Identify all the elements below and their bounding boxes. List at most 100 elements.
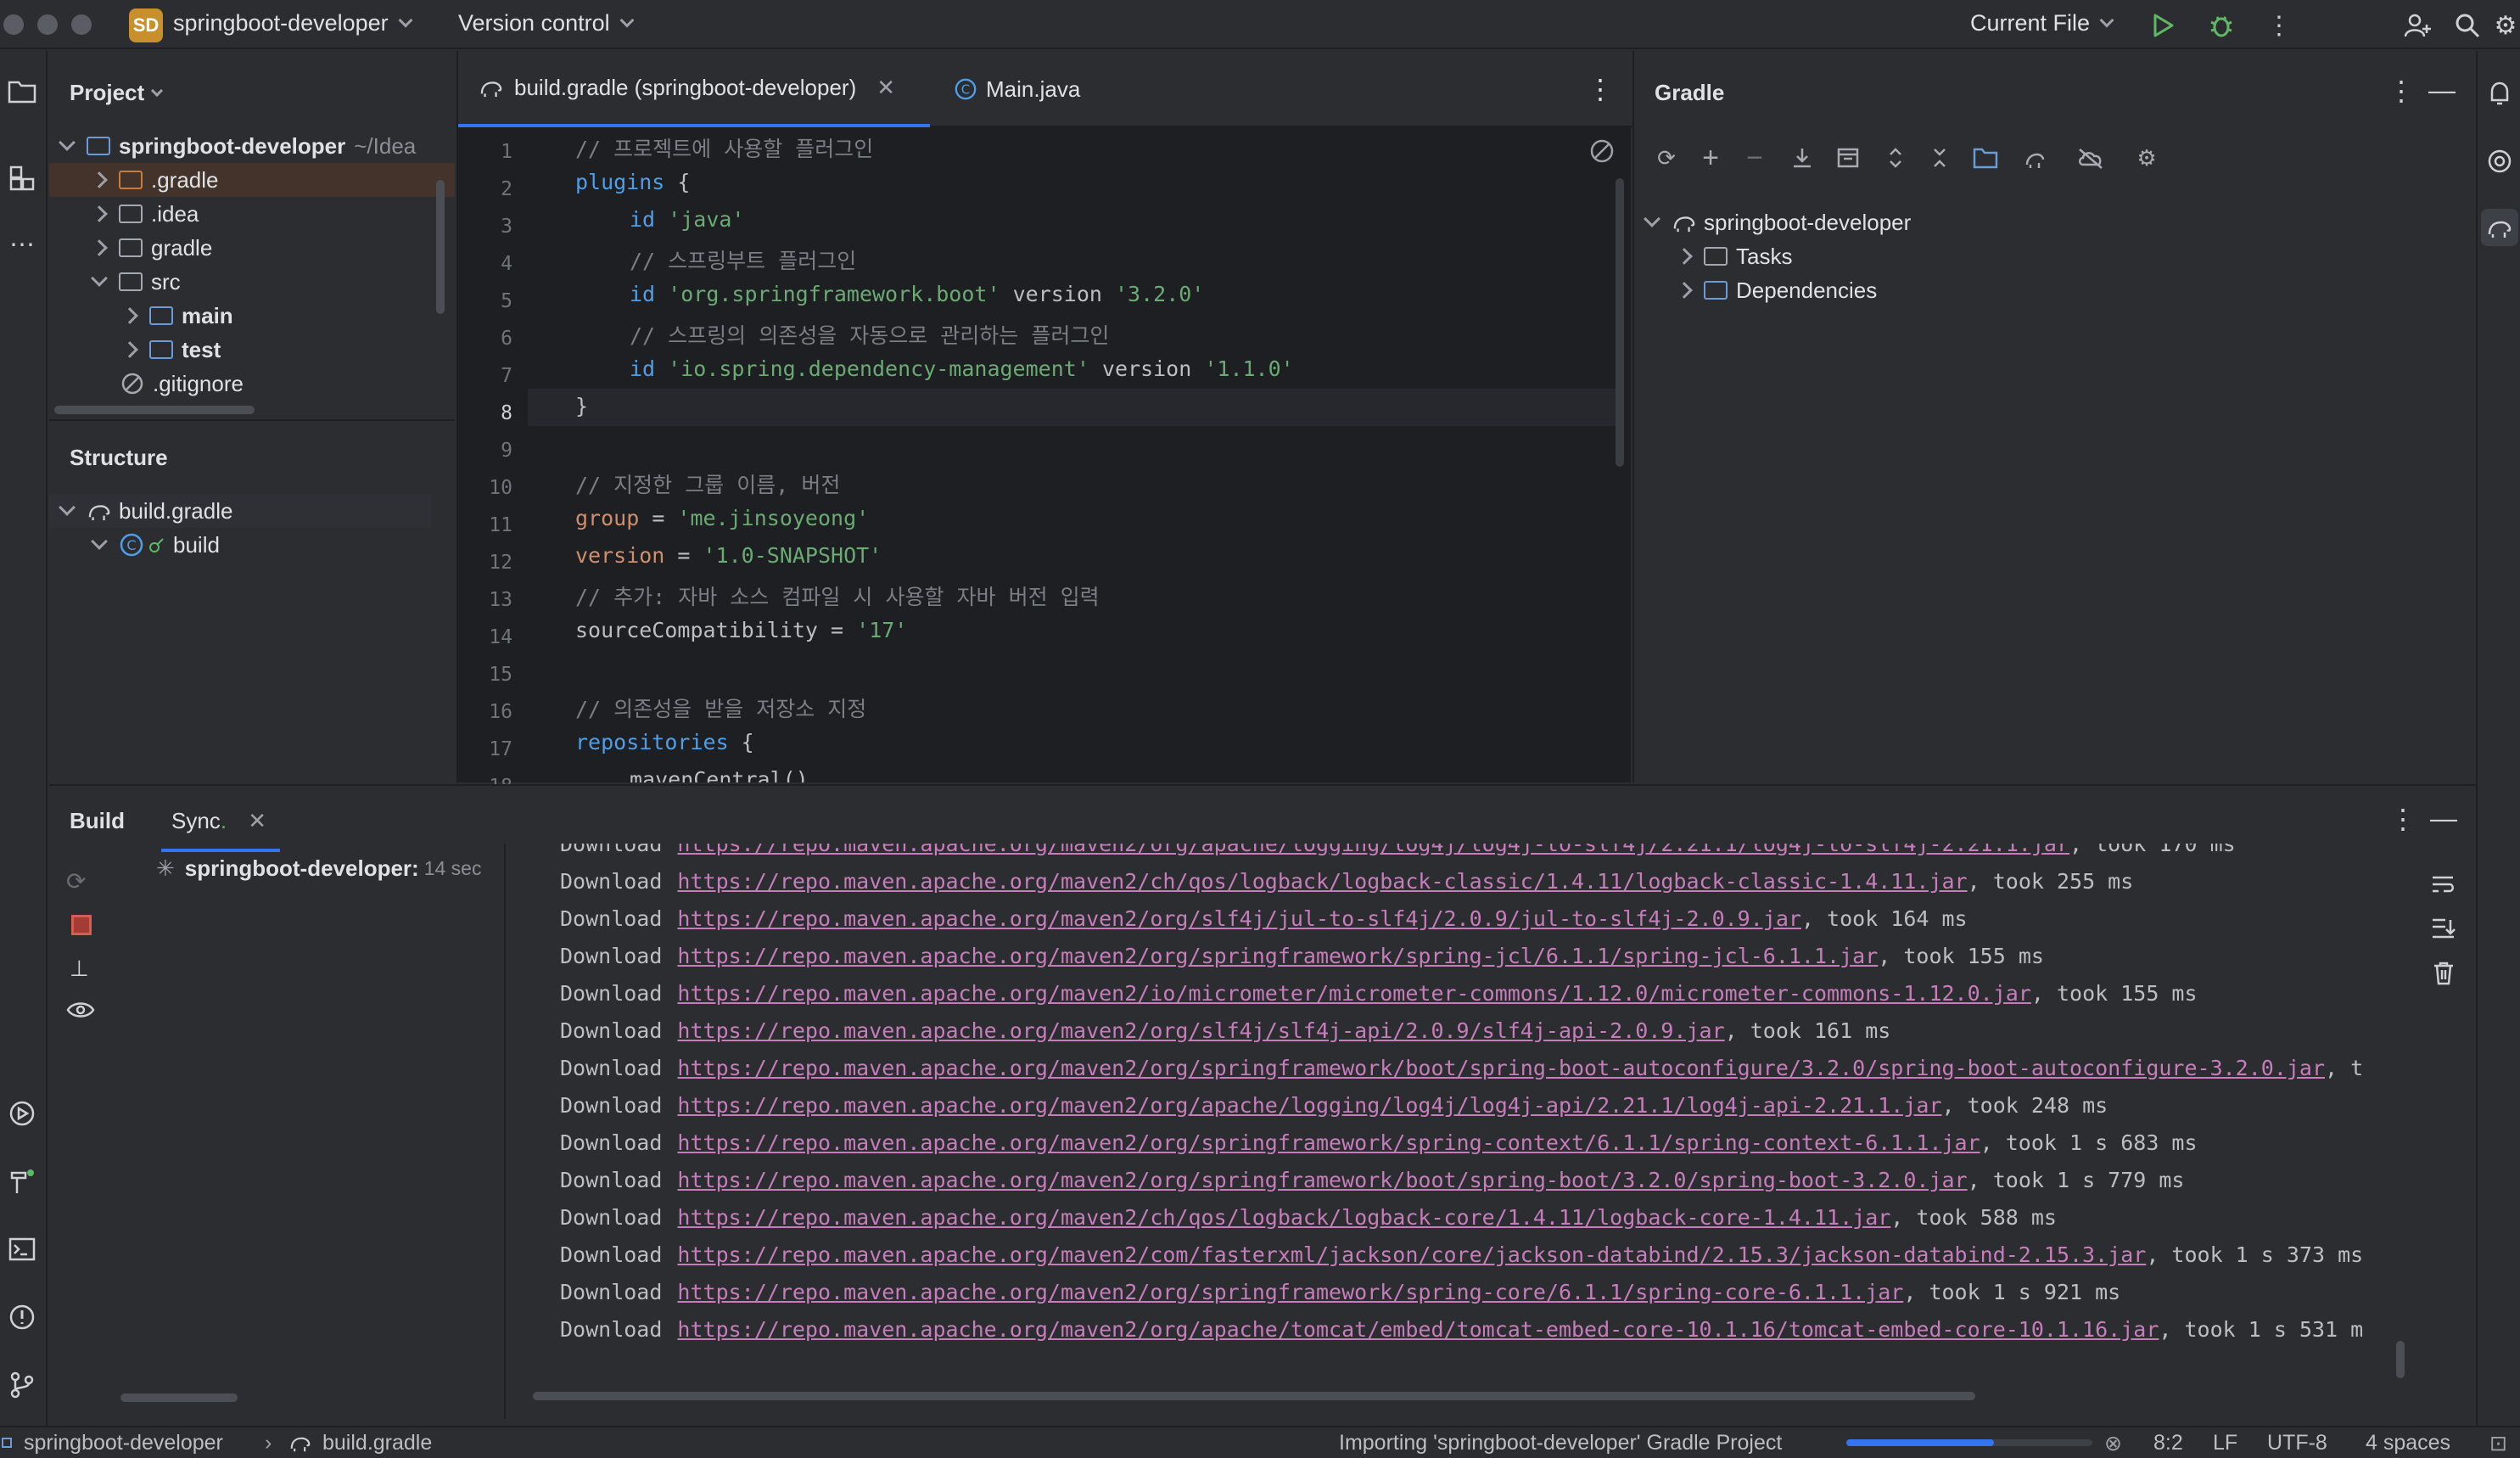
download-url-link[interactable]: https://repo.maven.apache.org/maven2/org… [677,1168,1967,1192]
close-tab-icon[interactable]: ✕ [876,75,895,101]
run-icon[interactable] [2147,8,2181,42]
tree-item-gradle[interactable]: gradle [49,231,455,265]
vertical-scrollbar[interactable] [436,180,445,314]
tree-item-gitignore[interactable]: .gitignore [49,367,455,401]
tab-main-java[interactable]: C Main.java [954,51,1106,127]
gradle-tree-root[interactable]: springboot-developer [1634,205,2398,239]
tree-item-main[interactable]: main [49,299,455,333]
download-url-link[interactable]: https://repo.maven.apache.org/maven2/org… [677,944,1878,968]
project-badge[interactable]: SD [129,8,163,42]
code-line-18[interactable]: mavenCentral() [630,767,809,782]
download-url-link[interactable]: https://repo.maven.apache.org/maven2/io/… [677,981,2030,1006]
tab-build[interactable]: Build [70,808,125,834]
code-line-11[interactable]: group = 'me.jinsoyeong' [575,506,869,530]
lock-icon[interactable]: ⊡ [2489,1431,2507,1456]
tab-sync[interactable]: Sync. ✕ [171,808,266,834]
problems-icon[interactable] [3,1298,41,1336]
download-url-link[interactable]: https://repo.maven.apache.org/maven2/org… [677,1018,1724,1043]
reload-icon[interactable]: ⟳ [1651,143,1682,173]
console-horizontal-scrollbar[interactable] [533,1392,1975,1400]
add-icon[interactable]: + [1695,142,1726,174]
line-number[interactable]: 4 [462,253,512,275]
code-line-5[interactable]: id 'org.springframework.boot' version '3… [630,282,1204,306]
tab-build-gradle[interactable]: build.gradle (springboot-developer) ✕ [458,51,930,127]
notifications-bell-icon[interactable] [2481,75,2518,112]
line-number[interactable]: 6 [462,328,512,350]
gradle-tree-dependencies[interactable]: Dependencies [1634,273,2398,307]
minimize-window-button[interactable] [37,14,58,35]
line-separator[interactable]: LF [2213,1431,2237,1455]
file-encoding[interactable]: UTF-8 [2267,1431,2327,1455]
line-number[interactable]: 11 [462,514,512,536]
remove-icon[interactable]: − [1739,142,1770,174]
no-highlighting-icon[interactable] [1588,137,1616,165]
rerun-icon[interactable]: ⟳ [66,867,86,895]
download-url-link[interactable]: https://repo.maven.apache.org/maven2/org… [677,906,1801,931]
terminal-icon[interactable] [3,1231,41,1268]
download-url-link[interactable]: https://repo.maven.apache.org/maven2/org… [677,1280,1903,1304]
indent-setting[interactable]: 4 spaces [2366,1431,2450,1455]
dependency-analyzer-icon[interactable] [1970,143,2001,173]
gradle-settings-icon[interactable]: ⚙ [2131,143,2162,173]
vcs-menu[interactable]: Version control [458,10,635,36]
download-url-link[interactable]: https://repo.maven.apache.org/maven2/org… [677,1130,1980,1155]
line-number[interactable]: 10 [462,477,512,499]
execute-task-icon[interactable] [1833,143,1863,173]
code-line-1[interactable]: // 프로젝트에 사용할 플러그인 [575,132,873,163]
code-line-8[interactable]: } [575,394,588,418]
soft-wrap-icon[interactable] [2430,874,2456,902]
search-icon[interactable] [2450,8,2484,42]
project-panel-header[interactable]: Project [70,80,164,106]
breadcrumb-file[interactable]: build.gradle [322,1431,432,1455]
tree-item-root[interactable]: springboot-developer ~/Idea [49,129,455,163]
code-line-3[interactable]: id 'java' [630,207,744,232]
collapse-all-icon[interactable] [1924,143,1955,173]
run-services-icon[interactable] [3,1095,41,1132]
more-vertical-icon[interactable]: ⋮ [2389,803,2416,835]
build-task-row[interactable]: ✳ springboot-developer: 14 sec [156,855,481,882]
stop-icon[interactable] [71,915,92,935]
cancel-task-icon[interactable]: ⊗ [2104,1431,2122,1456]
structure-icon[interactable] [3,160,41,197]
zoom-window-button[interactable] [71,14,92,35]
download-url-link[interactable]: https://repo.maven.apache.org/maven2/org… [677,1317,2159,1342]
console-vertical-scrollbar[interactable] [2396,1341,2405,1378]
code-line-12[interactable]: version = '1.0-SNAPSHOT' [575,543,882,568]
tree-item-gradle-cache[interactable]: .gradle [49,163,455,197]
offline-cloud-icon[interactable] [2075,143,2106,173]
trash-icon[interactable] [2432,961,2456,992]
code-line-14[interactable]: sourceCompatibility = '17' [575,618,907,642]
download-url-link[interactable]: https://repo.maven.apache.org/maven2/ch/… [677,869,1967,894]
more-horizontal-icon[interactable]: ⋯ [3,226,41,263]
gear-icon[interactable]: ⚙ [2491,8,2520,42]
background-task-label[interactable]: Importing 'springboot-developer' Gradle … [1339,1431,1782,1455]
close-window-button[interactable] [3,14,24,35]
download-url-link[interactable]: https://repo.maven.apache.org/maven2/ch/… [677,1205,1890,1230]
tree-item-idea[interactable]: .idea [49,197,455,231]
code-line-13[interactable]: // 추가: 자바 소스 컴파일 시 사용할 자바 버전 입력 [575,580,1100,611]
toggle-offline-icon[interactable] [2019,143,2050,173]
add-user-icon[interactable] [2401,8,2435,42]
download-sources-icon[interactable] [1787,143,1817,173]
editor-scrollbar[interactable] [1616,178,1624,467]
tree-item-src[interactable]: src [49,265,455,299]
line-number[interactable]: 7 [462,365,512,387]
close-tab-icon[interactable]: ✕ [248,808,266,833]
caret-position[interactable]: 8:2 [2153,1431,2183,1455]
scroll-to-end-icon[interactable] [2430,917,2456,946]
code-line-10[interactable]: // 지정한 그룹 이름, 버전 [575,468,840,499]
eye-icon[interactable] [66,1000,95,1026]
structure-root[interactable]: build.gradle [49,494,431,528]
line-number[interactable]: 1 [462,141,512,163]
line-number[interactable]: 5 [462,290,512,312]
git-branch-icon[interactable] [3,1366,41,1404]
gradle-elephant-icon[interactable] [2481,209,2518,246]
code-line-7[interactable]: id 'io.spring.dependency-management' ver… [630,356,1294,381]
line-number[interactable]: 16 [462,701,512,723]
line-number[interactable]: 12 [462,552,512,574]
line-number[interactable]: 9 [462,440,512,462]
build-hammer-icon[interactable] [3,1163,41,1200]
line-number[interactable]: 17 [462,738,512,760]
line-number[interactable]: 8 [462,402,512,424]
run-config-selector[interactable]: Current File [1970,10,2114,36]
